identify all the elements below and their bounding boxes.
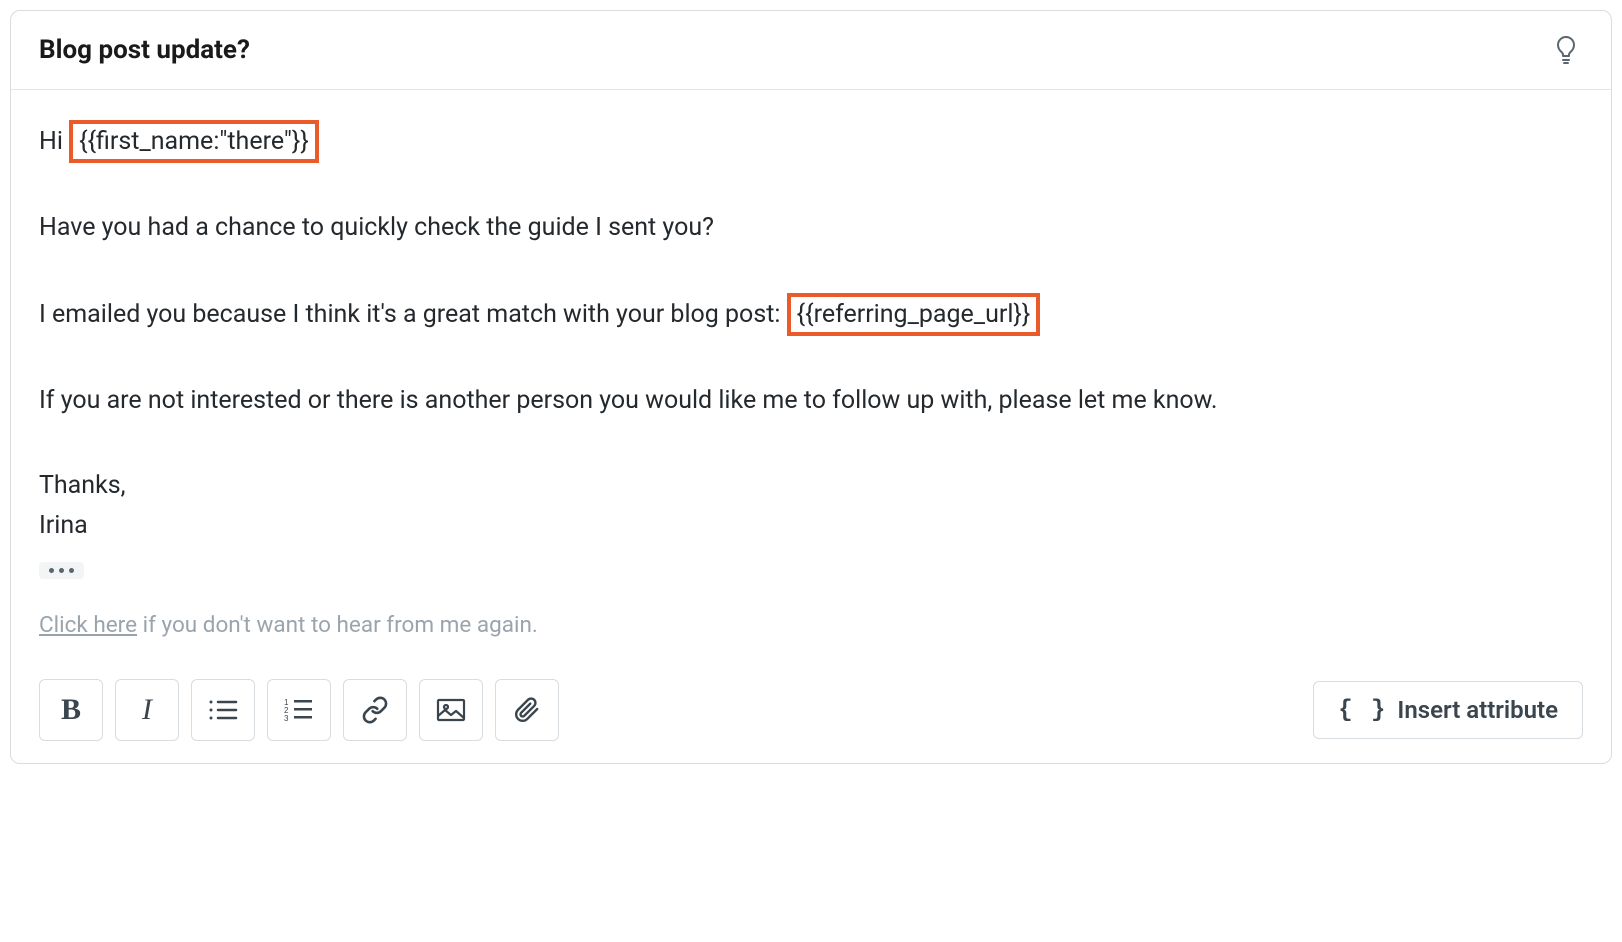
- signoff: Thanks,: [39, 466, 1583, 506]
- greeting-prefix: Hi: [39, 127, 69, 156]
- italic-button[interactable]: I: [115, 679, 179, 741]
- greeting-line: Hi {{first_name:"there"}}: [39, 120, 1583, 163]
- editor-header: Blog post update?: [11, 11, 1611, 90]
- unsubscribe-line: Click here if you don't want to hear fro…: [39, 607, 1583, 643]
- signature: Irina: [39, 506, 1583, 546]
- bold-button[interactable]: B: [39, 679, 103, 741]
- paperclip-icon: [514, 696, 540, 724]
- suggestions-button[interactable]: [1549, 33, 1583, 67]
- line3-prefix: I emailed you because I think it's a gre…: [39, 300, 787, 329]
- body-line-4: If you are not interested or there is an…: [39, 381, 1583, 421]
- svg-text:3: 3: [284, 714, 289, 722]
- email-editor-card: Blog post update? Hi {{first_name:"there…: [10, 10, 1612, 764]
- body-line-2: Have you had a chance to quickly check t…: [39, 208, 1583, 248]
- unsubscribe-rest: if you don't want to hear from me again.: [137, 612, 538, 638]
- numbered-list-button[interactable]: 1 2 3: [267, 679, 331, 741]
- toolbar-left-group: B I 1 2: [39, 679, 559, 741]
- insert-attribute-button[interactable]: { } Insert attribute: [1313, 681, 1583, 739]
- insert-attribute-label: Insert attribute: [1397, 696, 1558, 724]
- email-subject[interactable]: Blog post update?: [39, 35, 250, 65]
- dot-icon: [59, 568, 64, 573]
- dot-icon: [49, 568, 54, 573]
- braces-icon: { }: [1338, 697, 1387, 724]
- show-trimmed-content-button[interactable]: [39, 562, 84, 579]
- link-button[interactable]: [343, 679, 407, 741]
- editor-toolbar: B I 1 2: [11, 663, 1611, 763]
- attribute-token-referring-url[interactable]: {{referring_page_url}}: [787, 293, 1041, 336]
- bold-icon: B: [61, 693, 81, 727]
- attachment-button[interactable]: [495, 679, 559, 741]
- italic-icon: I: [142, 693, 152, 727]
- image-button[interactable]: [419, 679, 483, 741]
- link-icon: [361, 696, 389, 724]
- email-body-editor[interactable]: Hi {{first_name:"there"}} Have you had a…: [11, 90, 1611, 663]
- bullet-list-button[interactable]: [191, 679, 255, 741]
- body-line-3: I emailed you because I think it's a gre…: [39, 293, 1583, 336]
- attribute-token-first-name[interactable]: {{first_name:"there"}}: [69, 120, 319, 163]
- dot-icon: [69, 568, 74, 573]
- unsubscribe-link[interactable]: Click here: [39, 612, 137, 638]
- bullet-list-icon: [208, 698, 238, 722]
- image-icon: [436, 698, 466, 722]
- numbered-list-icon: 1 2 3: [284, 698, 314, 722]
- lightbulb-icon: [1554, 35, 1578, 65]
